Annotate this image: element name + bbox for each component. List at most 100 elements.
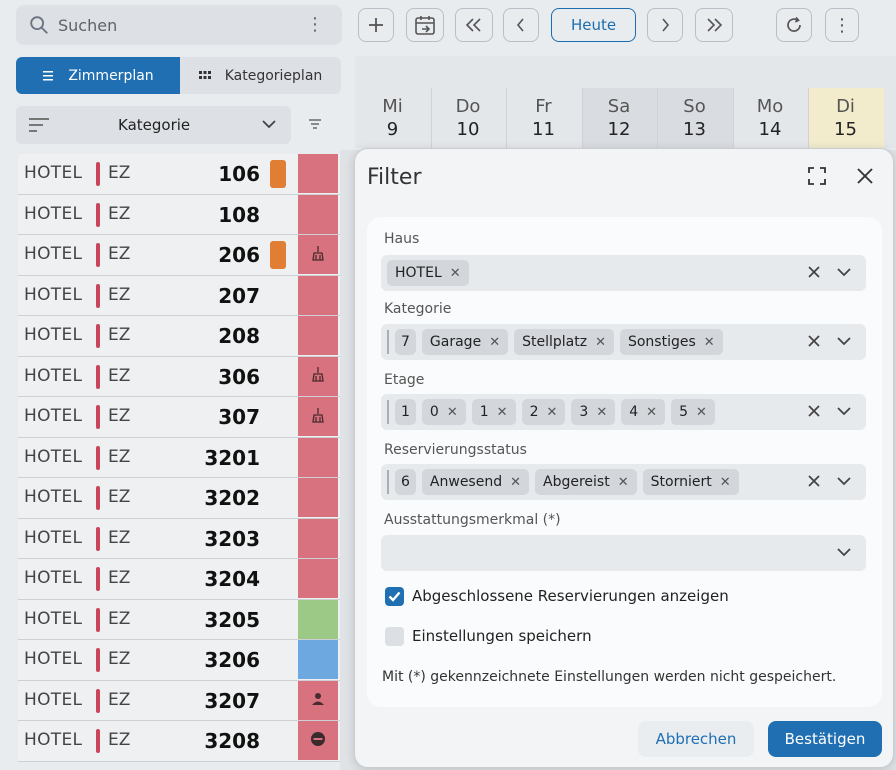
chip-remove-icon[interactable]: ✕ — [489, 335, 500, 350]
clear-icon[interactable] — [806, 403, 822, 419]
room-status[interactable] — [298, 235, 338, 274]
room-row[interactable]: HOTEL EZ 3205 — [18, 599, 340, 640]
filter-chip[interactable]: Storniert ✕ — [642, 469, 739, 495]
room-status[interactable] — [298, 437, 338, 477]
room-row[interactable]: HOTEL EZ 3201 — [18, 437, 340, 478]
filter-field[interactable] — [381, 535, 866, 571]
filter-field[interactable]: HOTEL ✕ — [381, 255, 866, 291]
chip-remove-icon[interactable]: ✕ — [595, 335, 606, 350]
room-status[interactable] — [298, 478, 338, 517]
room-status[interactable] — [298, 559, 338, 598]
tab-zimmerplan[interactable]: Zimmerplan — [16, 57, 180, 94]
room-status[interactable] — [298, 356, 338, 396]
checkbox-save-settings[interactable] — [385, 627, 404, 646]
checkbox-completed-reservations[interactable] — [385, 587, 404, 606]
chip-remove-icon[interactable]: ✕ — [704, 335, 715, 350]
filter-chip[interactable]: 2 ✕ — [521, 399, 566, 425]
room-row[interactable]: HOTEL EZ 3206 — [18, 640, 340, 681]
calendar-day[interactable]: Mo 14 — [733, 96, 808, 140]
room-status[interactable] — [298, 275, 338, 315]
clear-icon[interactable] — [806, 473, 822, 489]
room-row[interactable]: HOTEL EZ 108 — [18, 194, 340, 235]
chevron-down-icon[interactable] — [836, 405, 852, 417]
room-row[interactable]: HOTEL EZ 3203 — [18, 518, 340, 559]
calendar-jump-button[interactable] — [406, 8, 444, 42]
chip-remove-icon[interactable]: ✕ — [618, 475, 629, 490]
chip-remove-icon[interactable]: ✕ — [497, 405, 508, 420]
chevron-down-icon[interactable] — [836, 266, 852, 278]
chip-remove-icon[interactable]: ✕ — [696, 405, 707, 420]
search-more-icon[interactable]: ⋮ — [306, 14, 324, 35]
filter-chip[interactable]: 3 ✕ — [571, 399, 616, 425]
calendar-day[interactable]: Sa 12 — [582, 96, 657, 140]
room-row[interactable]: HOTEL EZ 307 — [18, 397, 340, 438]
room-row[interactable]: HOTEL EZ 207 — [18, 275, 340, 316]
filter-chip[interactable]: 5 ✕ — [671, 399, 715, 425]
filter-field[interactable]: 1 0 ✕ 1 ✕ 2 ✕ 3 ✕ 4 ✕ 5 ✕ — [381, 394, 866, 430]
filter-field[interactable]: 7 Garage ✕ Stellplatz ✕ Sonstiges ✕ — [381, 324, 866, 360]
filter-chip[interactable]: Stellplatz ✕ — [514, 329, 614, 355]
filter-chip[interactable]: HOTEL ✕ — [387, 260, 469, 286]
chip-remove-icon[interactable]: ✕ — [450, 266, 461, 281]
room-row[interactable]: HOTEL EZ 3204 — [18, 559, 340, 600]
room-status[interactable] — [298, 397, 338, 436]
room-row[interactable]: HOTEL EZ 3208 — [18, 721, 340, 762]
filter-chip[interactable]: Abgereist ✕ — [535, 469, 637, 495]
field-label: Kategorie — [384, 301, 452, 317]
search-input[interactable]: Suchen ⋮ — [16, 5, 342, 45]
room-row[interactable]: HOTEL EZ 208 — [18, 316, 340, 357]
chevron-down-icon[interactable] — [836, 475, 852, 487]
chip-remove-icon[interactable]: ✕ — [646, 405, 657, 420]
fast-forward-button[interactable] — [695, 8, 733, 42]
sort-select[interactable]: Kategorie — [16, 106, 291, 144]
close-icon[interactable] — [855, 166, 875, 186]
filter-chip[interactable]: Anwesend ✕ — [421, 469, 530, 495]
calendar-day[interactable]: So 13 — [657, 96, 732, 140]
room-category: EZ — [108, 649, 131, 669]
today-button[interactable]: Heute — [551, 8, 636, 42]
filter-chip[interactable]: 4 ✕ — [621, 399, 666, 425]
filter-chip[interactable]: Garage ✕ — [421, 329, 509, 355]
calendar-day[interactable]: Fr 11 — [506, 96, 581, 140]
room-status[interactable] — [298, 721, 338, 760]
confirm-button[interactable]: Bestätigen — [768, 721, 882, 757]
filter-field[interactable]: 6 Anwesend ✕ Abgereist ✕ Storniert ✕ — [381, 464, 866, 500]
maximize-icon[interactable] — [807, 166, 827, 186]
calendar-day[interactable]: Do 10 — [431, 96, 506, 140]
room-row[interactable]: HOTEL EZ 3202 — [18, 478, 340, 519]
chip-remove-icon[interactable]: ✕ — [596, 405, 607, 420]
filter-chip[interactable]: Sonstiges ✕ — [619, 329, 723, 355]
tab-kategorieplan[interactable]: Kategorieplan — [180, 57, 341, 94]
filter-lines-icon[interactable] — [308, 118, 322, 130]
back-button[interactable] — [503, 8, 539, 42]
room-status[interactable] — [298, 316, 338, 355]
chip-remove-icon[interactable]: ✕ — [447, 405, 458, 420]
forward-button[interactable] — [647, 8, 683, 42]
more-menu-button[interactable]: ⋮ — [825, 8, 859, 42]
room-status[interactable] — [298, 518, 338, 558]
clear-icon[interactable] — [806, 333, 822, 349]
room-status[interactable] — [298, 194, 338, 234]
room-status[interactable] — [298, 599, 338, 639]
room-status[interactable] — [298, 680, 338, 720]
calendar-day[interactable]: Di 15 — [808, 96, 883, 140]
filter-chip[interactable]: 1 ✕ — [471, 399, 516, 425]
chevron-down-icon[interactable] — [836, 335, 852, 347]
chevron-down-icon[interactable] — [836, 546, 852, 558]
cancel-button[interactable]: Abbrechen — [638, 721, 754, 757]
fast-back-button[interactable] — [455, 8, 493, 42]
chip-remove-icon[interactable]: ✕ — [510, 475, 521, 490]
room-row[interactable]: HOTEL EZ 106 — [18, 154, 340, 195]
room-status[interactable] — [298, 154, 338, 193]
room-row[interactable]: HOTEL EZ 306 — [18, 356, 340, 397]
clear-icon[interactable] — [806, 264, 822, 280]
add-button[interactable] — [358, 8, 394, 42]
calendar-day[interactable]: Mi 9 — [355, 96, 430, 140]
refresh-button[interactable] — [776, 8, 812, 42]
room-status[interactable] — [298, 640, 338, 679]
room-row[interactable]: HOTEL EZ 206 — [18, 235, 340, 276]
chip-remove-icon[interactable]: ✕ — [547, 405, 558, 420]
chip-remove-icon[interactable]: ✕ — [720, 475, 731, 490]
room-row[interactable]: HOTEL EZ 3207 — [18, 680, 340, 721]
filter-chip[interactable]: 0 ✕ — [421, 399, 466, 425]
